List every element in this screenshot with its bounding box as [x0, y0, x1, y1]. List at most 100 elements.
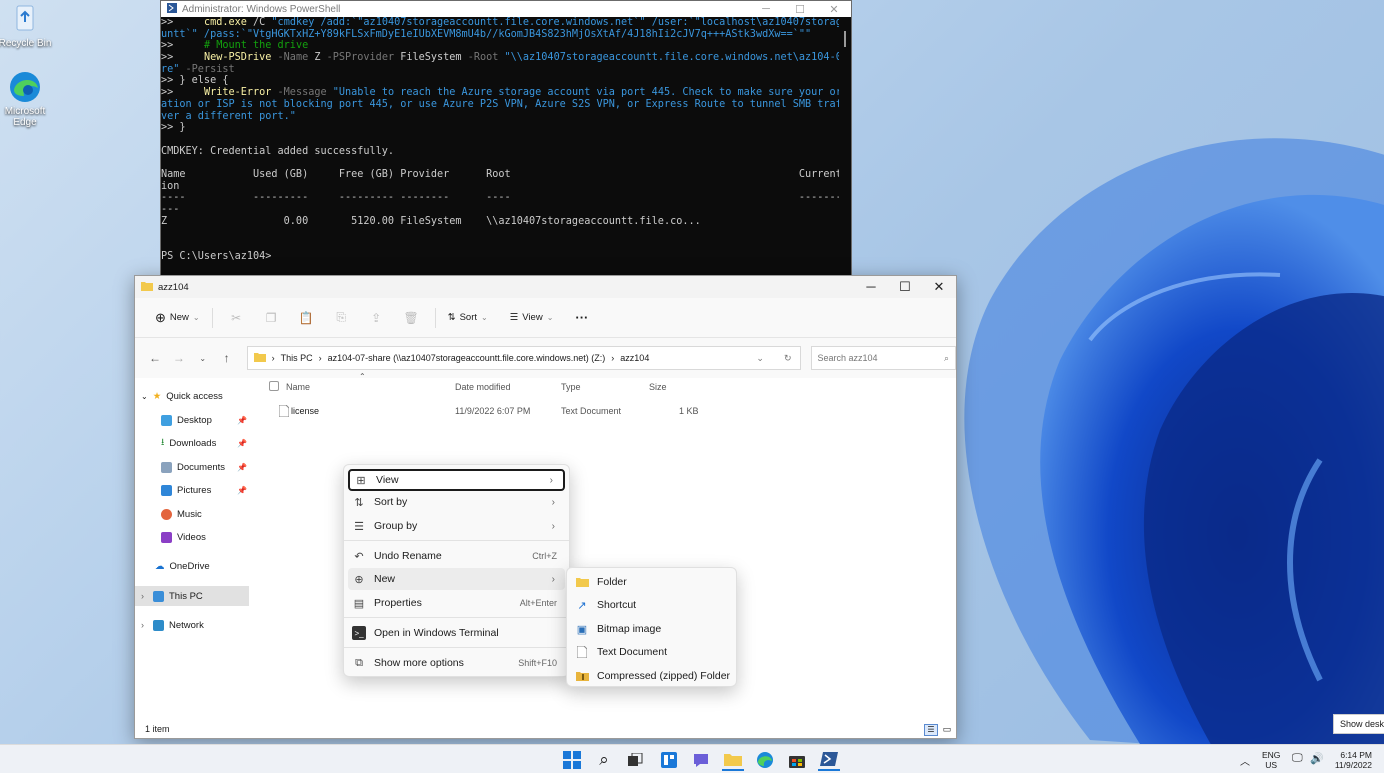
menu-item-show-more[interactable]: ⧉ Show more options Shift+F10 [348, 652, 565, 674]
menu-item-terminal[interactable]: >_ Open in Windows Terminal [348, 622, 565, 644]
copy-icon[interactable]: ❐ [254, 305, 289, 331]
column-date[interactable]: Date modified [455, 382, 511, 392]
new-button[interactable]: ⊕ New ⌄ [149, 305, 206, 331]
zip-folder-icon [575, 669, 589, 683]
chevron-down-icon: ⌄ [481, 313, 488, 322]
details-view-icon[interactable]: ☰ [924, 724, 938, 736]
breadcrumb-folder[interactable]: azz104 [620, 353, 649, 363]
volume-icon[interactable]: 🔊 [1310, 752, 1324, 765]
refresh-icon[interactable]: ↻ [784, 353, 792, 364]
folder-icon [141, 281, 153, 294]
chevron-right-icon: › [551, 573, 555, 585]
nav-network[interactable]: › Network [141, 615, 249, 635]
menu-item-undo-rename[interactable]: ↶ Undo Rename Ctrl+Z [348, 545, 565, 567]
close-icon[interactable]: ✕ [922, 279, 956, 295]
store-icon[interactable] [786, 749, 808, 771]
console-text: -Message [271, 87, 333, 99]
menu-item-new[interactable]: ⊕ New › [348, 568, 565, 590]
clock[interactable]: 6:14 PM 11/9/2022 [1334, 750, 1372, 770]
desktop-icon [161, 414, 172, 426]
powershell-titlebar[interactable]: Administrator: Windows PowerShell ─ ☐ ✕ [161, 1, 851, 17]
file-name: license [291, 406, 320, 416]
search-icon[interactable]: ⌕ [593, 749, 615, 771]
submenu-item-zip-folder[interactable]: Compressed (zipped) Folder [571, 665, 732, 687]
share-icon[interactable]: ⇪ [359, 305, 394, 331]
file-row[interactable]: license 11/9/2022 6:07 PM Text Document … [269, 402, 956, 422]
menu-item-sort-by[interactable]: ⇅ Sort by › [348, 491, 565, 513]
nav-this-pc[interactable]: › This PC [135, 586, 249, 606]
nav-item-downloads[interactable]: ⭳ Downloads 📌 [161, 433, 249, 453]
submenu-item-text-document[interactable]: Text Document [571, 641, 732, 663]
select-all-checkbox[interactable] [269, 381, 279, 391]
paste-icon[interactable]: 📋 [289, 305, 324, 331]
forward-icon[interactable]: → [167, 351, 191, 365]
console-line: >> } else { [161, 75, 839, 87]
rename-icon[interactable]: ⎘ [324, 305, 359, 331]
powershell-window[interactable]: Administrator: Windows PowerShell ─ ☐ ✕ … [160, 0, 852, 276]
nav-quick-access[interactable]: ⌄ ★ Quick access [141, 386, 255, 406]
edge-icon[interactable] [754, 749, 776, 771]
menu-item-properties[interactable]: ▤ Properties Alt+Enter [348, 592, 565, 614]
console-text: cmd.exe [203, 17, 247, 28]
column-type[interactable]: Type [561, 382, 581, 392]
cut-icon[interactable]: ✂ [219, 305, 254, 331]
address-bar[interactable]: › This PC › az104-07-share (\\az10407sto… [246, 346, 801, 370]
powershell-taskbar-icon[interactable] [818, 749, 840, 771]
nav-item-music[interactable]: Music [161, 504, 249, 524]
network-icon [153, 619, 164, 631]
powershell-console-output[interactable]: >> cmd.exe /C "cmdkey /add:`"az10407stor… [161, 17, 839, 275]
chat-icon[interactable] [690, 749, 712, 771]
close-icon[interactable]: ✕ [817, 3, 851, 16]
breadcrumb-this-pc[interactable]: This PC [281, 353, 313, 363]
chevron-down-icon: ⌄ [192, 313, 200, 322]
desktop-icon-recycle-bin[interactable]: Recycle Bin [0, 2, 53, 49]
menu-item-group-by[interactable]: ☰ Group by › [348, 515, 565, 537]
sort-button[interactable]: ⇅ Sort ⌄ [442, 305, 494, 331]
powershell-scrollbar[interactable] [839, 17, 851, 275]
back-icon[interactable]: ← [143, 351, 167, 365]
console-text: "cmdkey /add:`"az10407storageaccountt.fi… [271, 17, 839, 28]
submenu-item-shortcut[interactable]: ↗ Shortcut [571, 594, 732, 616]
console-text: ion [161, 180, 180, 192]
minimize-icon[interactable]: ─ [854, 279, 888, 295]
search-input[interactable]: Search azz104 ⌕ [810, 346, 956, 370]
download-icon: ⭳ [161, 437, 165, 448]
delete-icon[interactable]: 🗑 [394, 305, 429, 331]
file-explorer-taskbar-icon[interactable] [722, 749, 744, 771]
view-icon: ☰ [509, 312, 519, 323]
nav-onedrive[interactable]: ☁ OneDrive [155, 556, 249, 576]
column-name[interactable]: Name [286, 382, 310, 392]
nav-item-documents[interactable]: Documents 📌 [161, 457, 249, 477]
up-icon[interactable]: ↑ [215, 351, 239, 365]
explorer-titlebar[interactable]: azz104 ─ ☐ ✕ [135, 276, 956, 298]
recent-chevron-icon[interactable]: ⌄ [191, 354, 215, 363]
nav-item-desktop[interactable]: Desktop 📌 [161, 410, 249, 430]
submenu-item-label: Folder [597, 576, 627, 588]
console-text: FileSystem [400, 52, 462, 64]
view-button[interactable]: ☰ View ⌄ [504, 305, 560, 331]
breadcrumb-share[interactable]: az104-07-share (\\az10407storageaccountt… [328, 353, 606, 363]
console-text: CMDKEY: Credential added successfully. [161, 145, 395, 157]
submenu-item-folder[interactable]: Folder [571, 571, 732, 593]
network-status-icon[interactable]: 🖵 [1292, 752, 1303, 765]
task-view-icon[interactable] [625, 749, 647, 771]
submenu-item-bitmap[interactable]: ▣ Bitmap image [571, 618, 732, 640]
start-icon[interactable] [561, 749, 583, 771]
tiles-view-icon[interactable]: ▭ [940, 724, 954, 736]
maximize-icon[interactable]: ☐ [888, 279, 922, 295]
language-indicator[interactable]: ENG US [1262, 750, 1280, 770]
show-desktop-tooltip: Show deskt [1333, 714, 1384, 734]
more-options-button[interactable]: ··· [569, 305, 594, 331]
address-dropdown-icon[interactable]: ⌄ [756, 353, 764, 364]
menu-item-view[interactable]: ⊞ View › [348, 469, 565, 491]
minimize-icon[interactable]: ─ [749, 3, 783, 16]
nav-item-pictures[interactable]: Pictures 📌 [161, 480, 249, 500]
widgets-icon[interactable] [658, 749, 680, 771]
menu-item-label: Properties [374, 597, 422, 609]
nav-item-videos[interactable]: Videos [161, 527, 249, 547]
column-size[interactable]: Size [649, 382, 667, 392]
chevron-up-icon[interactable]: ︿ [1240, 753, 1250, 768]
desktop-icon-edge[interactable]: Microsoft Edge [0, 70, 53, 128]
maximize-icon[interactable]: ☐ [783, 3, 817, 16]
submenu-item-label: Bitmap image [597, 623, 662, 635]
